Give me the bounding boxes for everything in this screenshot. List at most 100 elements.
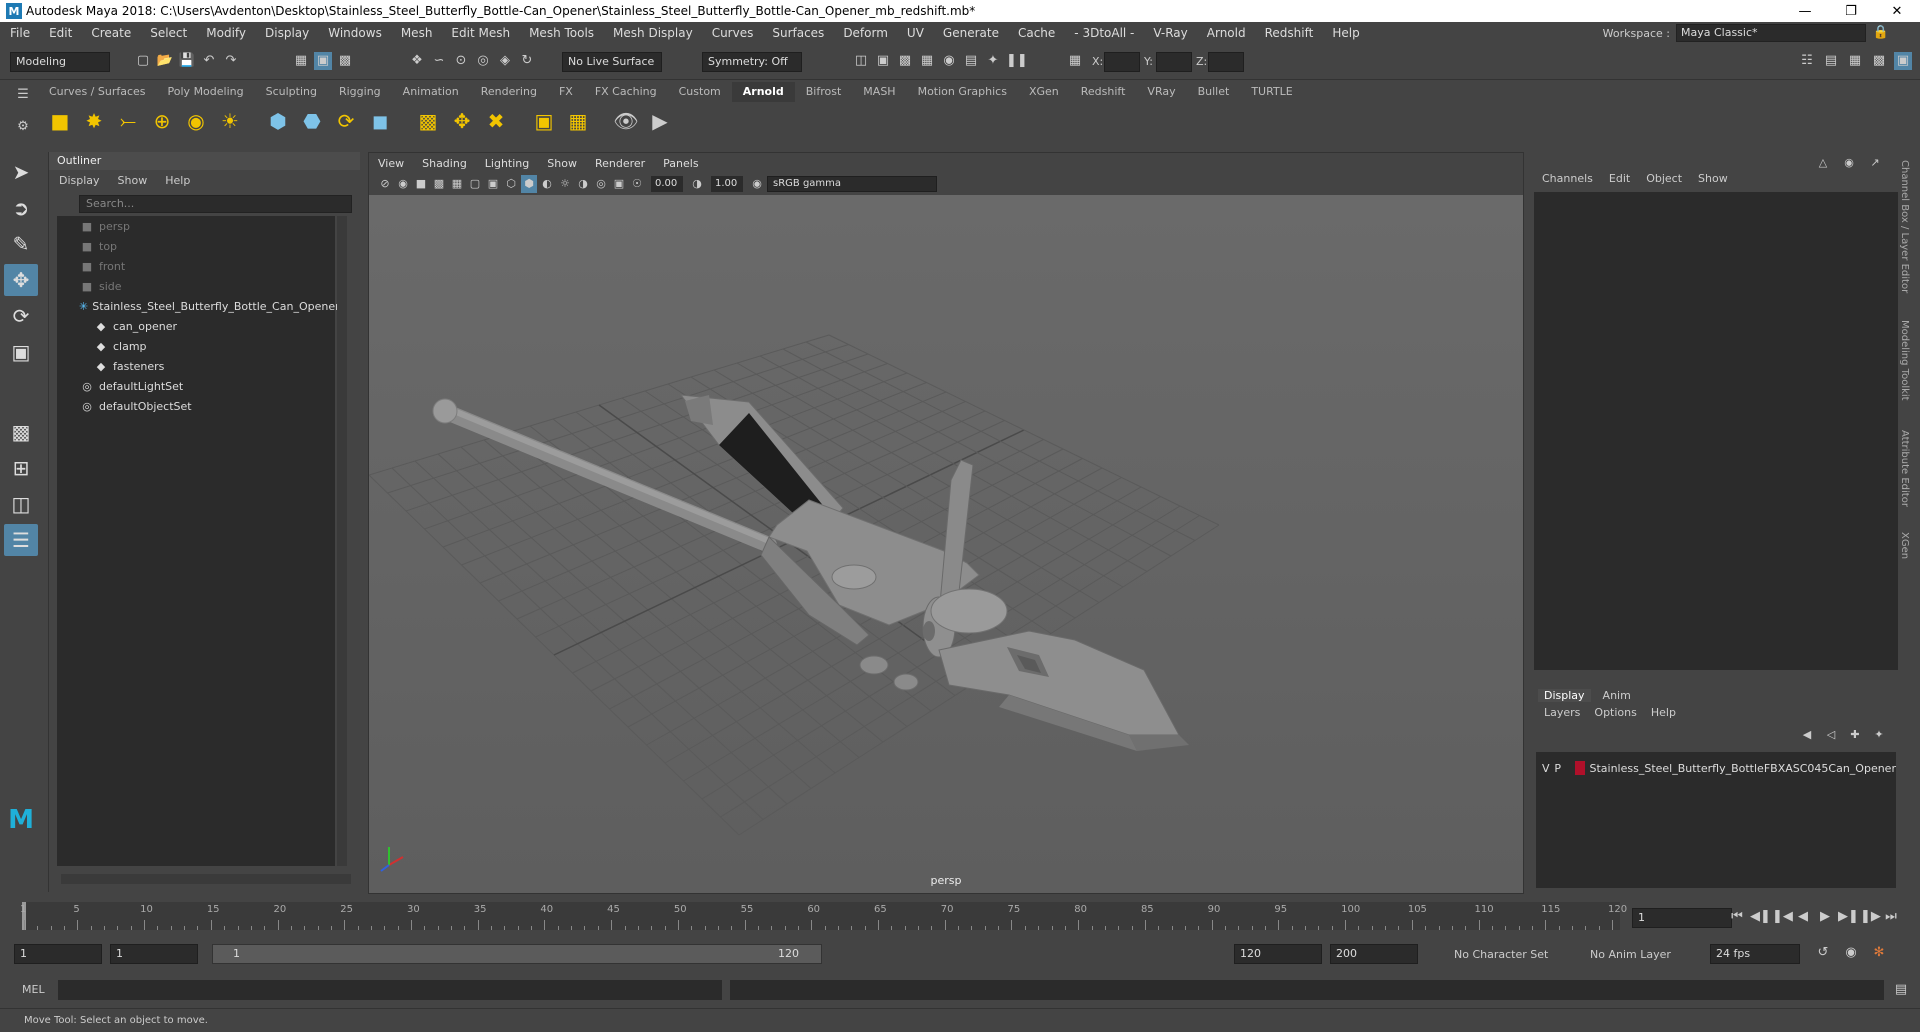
open-scene-icon[interactable]: 📂: [156, 52, 174, 70]
channel-menu-channels[interactable]: Channels: [1542, 172, 1593, 185]
layer-visibility[interactable]: V: [1542, 762, 1554, 775]
select-tool-icon[interactable]: ➤: [4, 156, 38, 188]
xyz-mode-icon[interactable]: ▦: [1066, 52, 1084, 70]
layer-row[interactable]: V P Stainless_Steel_Butterfly_BottleFBXA…: [1536, 758, 1896, 778]
smooth-shade-icon[interactable]: ⬢: [521, 175, 537, 193]
y-field[interactable]: [1156, 52, 1192, 72]
range-bar[interactable]: 1 120: [212, 944, 822, 964]
rotate-tool-icon[interactable]: ⟳: [4, 300, 38, 332]
layer-editor-icon[interactable]: ▣: [1894, 52, 1912, 70]
physical-sky-icon[interactable]: ☀: [216, 107, 244, 135]
z-field[interactable]: [1208, 52, 1244, 72]
shelf-tab-arnold[interactable]: Arnold: [731, 82, 795, 102]
step-back-key-icon[interactable]: ◀❚: [1750, 908, 1771, 926]
channel-menu-show[interactable]: Show: [1698, 172, 1728, 185]
gamma-icon[interactable]: ◑: [689, 175, 705, 193]
pause-viewport-icon[interactable]: ❚❚: [1006, 52, 1028, 70]
live-surface-field[interactable]: No Live Surface: [562, 52, 662, 72]
viewport-menu-lighting[interactable]: Lighting: [476, 157, 538, 170]
modeling-toolkit-icon[interactable]: ☷: [1798, 52, 1816, 70]
shelf-tab-curves-surfaces[interactable]: Curves / Surfaces: [38, 82, 157, 102]
xray-icon[interactable]: ◎: [593, 175, 609, 193]
menu-mesh-tools[interactable]: Mesh Tools: [519, 26, 603, 40]
layer-menu-layers[interactable]: Layers: [1544, 706, 1580, 719]
image-plane-icon[interactable]: ▩: [431, 175, 447, 193]
isolate-icon[interactable]: ▣: [611, 175, 627, 193]
curve-collector-icon[interactable]: ⟳: [332, 107, 360, 135]
volume-icon[interactable]: ◼: [366, 107, 394, 135]
viewport-menu-show[interactable]: Show: [538, 157, 586, 170]
shelf-tab-rendering[interactable]: Rendering: [470, 82, 548, 102]
shelf-tab-bullet[interactable]: Bullet: [1187, 82, 1241, 102]
layer-color-swatch[interactable]: [1574, 761, 1586, 775]
menu-help[interactable]: Help: [1322, 26, 1368, 40]
shadows-icon[interactable]: ◑: [575, 175, 591, 193]
menu-cache[interactable]: Cache: [1008, 26, 1064, 40]
outliner-item[interactable]: ◎ defaultObjectSet: [57, 396, 335, 416]
character-set-dropdown[interactable]: No Character Set: [1454, 948, 1548, 961]
workspace-dropdown[interactable]: Maya Classic*: [1676, 24, 1866, 42]
redo-icon[interactable]: ↷: [222, 52, 240, 70]
exposure-field[interactable]: 0.00: [651, 176, 683, 192]
flush-cache-icon[interactable]: ✖: [482, 107, 510, 135]
menu-create[interactable]: Create: [81, 26, 140, 40]
select-camera-icon[interactable]: ⊘: [377, 175, 393, 193]
mel-label[interactable]: MEL: [22, 983, 45, 996]
render-play-icon[interactable]: ▶: [646, 107, 674, 135]
outliner-menu-display[interactable]: Display: [59, 174, 100, 187]
outliner-item[interactable]: ■ persp: [57, 216, 335, 236]
shelf-tab-poly-modeling[interactable]: Poly Modeling: [157, 82, 255, 102]
menu-mesh[interactable]: Mesh: [391, 26, 442, 40]
shelf-tab-bifrost[interactable]: Bifrost: [795, 82, 853, 102]
shelf-tab-custom[interactable]: Custom: [668, 82, 732, 102]
outliner-item[interactable]: ✳ Stainless_Steel_Butterfly_Bottle_Can_Op…: [57, 296, 340, 316]
exposure-icon[interactable]: ☉: [629, 175, 645, 193]
menu-windows[interactable]: Windows: [318, 26, 391, 40]
snap-view-icon[interactable]: ◎: [474, 52, 492, 70]
menu-uv[interactable]: UV: [897, 26, 933, 40]
menu-v-ray[interactable]: V-Ray: [1143, 26, 1196, 40]
loop-icon[interactable]: ↺: [1814, 944, 1832, 962]
menu-3dtoall[interactable]: - 3DtoAll -: [1064, 26, 1143, 40]
side-tab-xgen[interactable]: XGen: [1899, 532, 1910, 559]
shelf-tab-redshift[interactable]: Redshift: [1070, 82, 1137, 102]
snap-curve-icon[interactable]: ∽: [430, 52, 448, 70]
channel-box-float-icon[interactable]: ↗: [1866, 154, 1884, 172]
film-gate-icon[interactable]: ▢: [467, 175, 483, 193]
tab-display[interactable]: Display: [1538, 688, 1591, 702]
side-tab-modeling-toolkit[interactable]: Modeling Toolkit: [1899, 320, 1910, 401]
layer-move-down-icon[interactable]: ◁: [1822, 726, 1840, 744]
render-view-icon[interactable]: ◫: [852, 52, 870, 70]
menu-deform[interactable]: Deform: [833, 26, 897, 40]
menu-select[interactable]: Select: [140, 26, 196, 40]
move-tool-icon[interactable]: ✥: [4, 264, 38, 296]
scene-start-field[interactable]: 1: [14, 944, 102, 964]
command-input[interactable]: [58, 980, 722, 1000]
light-manager-icon[interactable]: ▣: [530, 107, 558, 135]
outliner-item[interactable]: ◆ can_opener: [57, 316, 335, 336]
playback-end-field[interactable]: 120: [1234, 944, 1322, 964]
snap-point-icon[interactable]: ⊙: [452, 52, 470, 70]
viewport-menu-view[interactable]: View: [369, 157, 413, 170]
shelf-tab-mash[interactable]: MASH: [852, 82, 906, 102]
flush-textures-icon[interactable]: ✥: [448, 107, 476, 135]
render-settings-icon[interactable]: ▦: [918, 52, 936, 70]
grid-icon[interactable]: ▦: [449, 175, 465, 193]
side-tab-channel-box[interactable]: Channel Box / Layer Editor: [1899, 160, 1910, 293]
channel-box-mode-icon[interactable]: △: [1814, 154, 1832, 172]
ipr-render-icon[interactable]: ▩: [896, 52, 914, 70]
menu-curves[interactable]: Curves: [702, 26, 763, 40]
outliner-scrollbar[interactable]: [337, 216, 347, 866]
snap-edge-icon[interactable]: ↻: [518, 52, 536, 70]
minimize-button[interactable]: —: [1782, 0, 1828, 22]
single-view-icon[interactable]: ▩: [4, 416, 38, 448]
menu-modify[interactable]: Modify: [196, 26, 255, 40]
go-to-start-icon[interactable]: ⏮: [1728, 908, 1746, 926]
scene-end-field[interactable]: 200: [1330, 944, 1418, 964]
layer-menu-options[interactable]: Options: [1594, 706, 1636, 719]
select-object-icon[interactable]: ▣: [314, 52, 332, 70]
shelf-menu-icon[interactable]: ☰: [14, 86, 32, 104]
color-space-dropdown[interactable]: sRGB gamma: [767, 176, 937, 192]
color-management-icon[interactable]: ◉: [749, 175, 765, 193]
step-forward-icon[interactable]: ▶❚: [1838, 908, 1859, 926]
